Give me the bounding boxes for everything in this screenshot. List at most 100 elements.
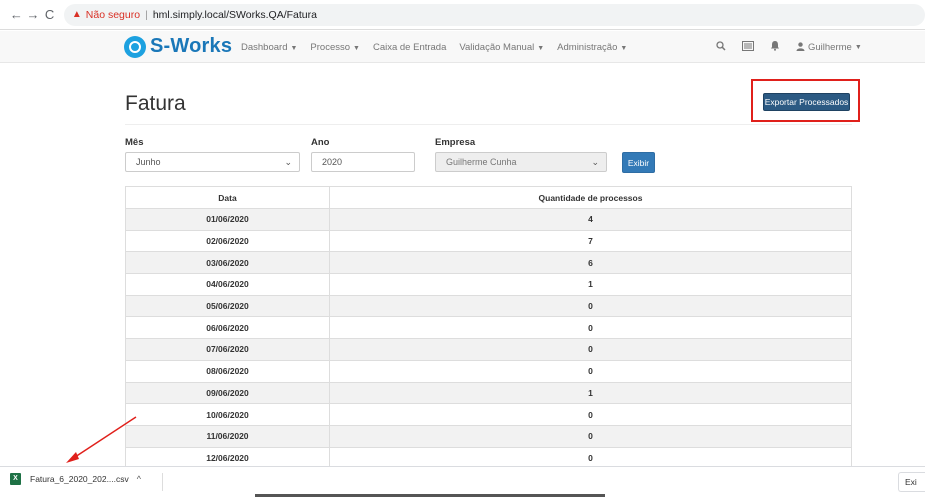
caret-down-icon: ▼ — [290, 44, 298, 52]
menu-caixa-label: Caixa de Entrada — [372, 41, 447, 53]
forward-arrow-icon[interactable]: → — [25, 7, 42, 22]
cell-data: 07/06/2020 — [125, 338, 330, 361]
table-header-row: Data Quantidade de processos — [125, 186, 852, 209]
inbox-icon[interactable] — [742, 40, 754, 54]
cell-quantidade: 0 — [329, 359, 852, 383]
cell-quantidade: 1 — [329, 273, 852, 296]
cell-data: 11/06/2020 — [125, 424, 330, 448]
cell-quantidade: 6 — [329, 251, 852, 275]
cell-quantidade: 1 — [329, 381, 852, 405]
search-icon[interactable] — [716, 40, 726, 54]
cell-data: 04/06/2020 — [125, 273, 330, 296]
table-row: 09/06/2020 1 — [125, 381, 852, 405]
cell-quantidade: 0 — [329, 403, 852, 426]
table-row: 06/06/2020 0 — [125, 316, 852, 340]
page-title: Fatura — [125, 92, 186, 115]
caret-down-icon: ▼ — [353, 44, 360, 52]
security-status[interactable]: Não seguro — [86, 9, 140, 21]
address-bar[interactable]: ▲ Não seguro | hml.simply.local/SWorks.Q… — [63, 3, 925, 26]
warning-icon: ▲ — [71, 9, 82, 20]
chevron-down-icon: ⌄ — [284, 157, 292, 167]
download-divider — [162, 473, 163, 491]
show-all-downloads-button[interactable]: Exi — [898, 472, 925, 492]
caret-down-icon: ▼ — [620, 44, 628, 52]
mes-select-value: Junho — [136, 157, 161, 167]
cell-quantidade: 0 — [329, 424, 852, 448]
column-header-quantidade[interactable]: Quantidade de processos — [329, 186, 852, 209]
caret-down-icon: ▼ — [854, 43, 862, 51]
cell-quantidade: 0 — [329, 316, 852, 340]
browser-toolbar: ← → C ▲ Não seguro | hml.simply.local/SW… — [0, 0, 925, 30]
ano-label: Ano — [311, 137, 330, 148]
download-file-name: Fatura_6_2020_202....csv — [30, 474, 129, 484]
menu-validacao-label: Validação Manual — [459, 41, 535, 53]
ano-input-value: 2020 — [322, 157, 343, 167]
back-arrow-icon[interactable]: ← — [8, 7, 25, 22]
cell-data: 02/06/2020 — [125, 229, 330, 253]
table-row: 12/06/2020 0 — [125, 446, 852, 466]
cell-data: 05/06/2020 — [125, 294, 330, 318]
app-navbar: S-Works Dashboard ▼ Processo ▼ Caixa de En… — [0, 31, 925, 63]
cell-data: 09/06/2020 — [125, 381, 330, 405]
table-row: 02/06/2020 7 — [125, 229, 852, 253]
menu-processo-label: Processo — [310, 41, 351, 53]
cell-quantidade: 0 — [329, 446, 852, 466]
url-text[interactable]: hml.simply.local/SWorks.QA/Fatura — [153, 9, 317, 21]
column-header-data[interactable]: Data — [125, 186, 330, 209]
menu-administracao[interactable]: Administração ▼ — [557, 42, 627, 53]
fatura-table-container[interactable]: Data Quantidade de processos 01/06/2020 4… — [125, 186, 852, 466]
empresa-label: Empresa — [435, 137, 476, 148]
user-menu[interactable]: Guilherme ▼ — [796, 42, 862, 53]
url-separator: | — [145, 8, 148, 21]
table-row: 08/06/2020 0 — [125, 359, 852, 383]
fatura-table: Data Quantidade de processos 01/06/2020 4… — [125, 186, 852, 466]
menu-validacao-manual[interactable]: Validação Manual ▼ — [459, 42, 544, 53]
user-name: Guilherme — [808, 41, 852, 53]
download-item[interactable]: X Fatura_6_2020_202....csv ^ — [10, 473, 141, 485]
table-row: 01/06/2020 4 — [125, 208, 852, 231]
caret-down-icon: ▼ — [537, 44, 545, 52]
title-divider — [125, 124, 852, 125]
mes-label: Mês — [125, 137, 144, 148]
brand-logo[interactable]: S-Works — [124, 35, 232, 58]
reload-icon[interactable]: C — [41, 7, 58, 22]
download-bar: X Fatura_6_2020_202....csv ^ Exi — [0, 466, 925, 497]
ano-input[interactable]: 2020 — [311, 152, 415, 172]
logo-ring-icon — [124, 35, 146, 58]
table-row: 03/06/2020 6 — [125, 251, 852, 275]
exibir-button[interactable]: Exibir — [622, 152, 655, 173]
export-highlight-box: Exportar Processados — [751, 79, 860, 122]
user-icon — [796, 41, 805, 53]
table-row: 05/06/2020 0 — [125, 294, 852, 318]
table-row: 07/06/2020 0 — [125, 338, 852, 361]
brand-name: S-Works — [150, 35, 233, 57]
cell-quantidade: 4 — [329, 208, 852, 231]
cell-quantidade: 7 — [329, 229, 852, 253]
mes-select[interactable]: Junho ⌄ — [125, 152, 300, 172]
bell-icon[interactable] — [770, 40, 780, 54]
empresa-select[interactable]: Guilherme Cunha ⌄ — [435, 152, 607, 172]
chevron-up-icon[interactable]: ^ — [137, 474, 141, 484]
menu-caixa-de-entrada[interactable]: Caixa de Entrada — [373, 42, 446, 53]
empresa-select-value: Guilherme Cunha — [446, 157, 517, 167]
excel-file-icon: X — [10, 473, 21, 485]
table-row: 11/06/2020 0 — [125, 424, 852, 448]
navbar-right: Guilherme ▼ — [716, 31, 862, 63]
cell-data: 08/06/2020 — [125, 359, 330, 383]
menu-administracao-label: Administração — [557, 41, 618, 53]
cell-quantidade: 0 — [329, 294, 852, 318]
cell-data: 03/06/2020 — [125, 251, 330, 275]
cell-data: 06/06/2020 — [125, 316, 330, 340]
table-row: 04/06/2020 1 — [125, 273, 852, 296]
menu-dashboard-label: Dashboard — [241, 41, 288, 53]
cell-data: 01/06/2020 — [125, 208, 330, 231]
menu-processo[interactable]: Processo ▼ — [310, 42, 360, 53]
cell-quantidade: 0 — [329, 338, 852, 361]
export-processados-button[interactable]: Exportar Processados — [763, 93, 850, 111]
menu-dashboard[interactable]: Dashboard ▼ — [241, 42, 297, 53]
chevron-down-icon: ⌄ — [591, 157, 599, 167]
cell-data: 12/06/2020 — [125, 446, 330, 466]
main-menu: Dashboard ▼ Processo ▼ Caixa de Entrada Va… — [241, 31, 640, 63]
table-row: 10/06/2020 0 — [125, 403, 852, 426]
cell-data: 10/06/2020 — [125, 403, 330, 426]
